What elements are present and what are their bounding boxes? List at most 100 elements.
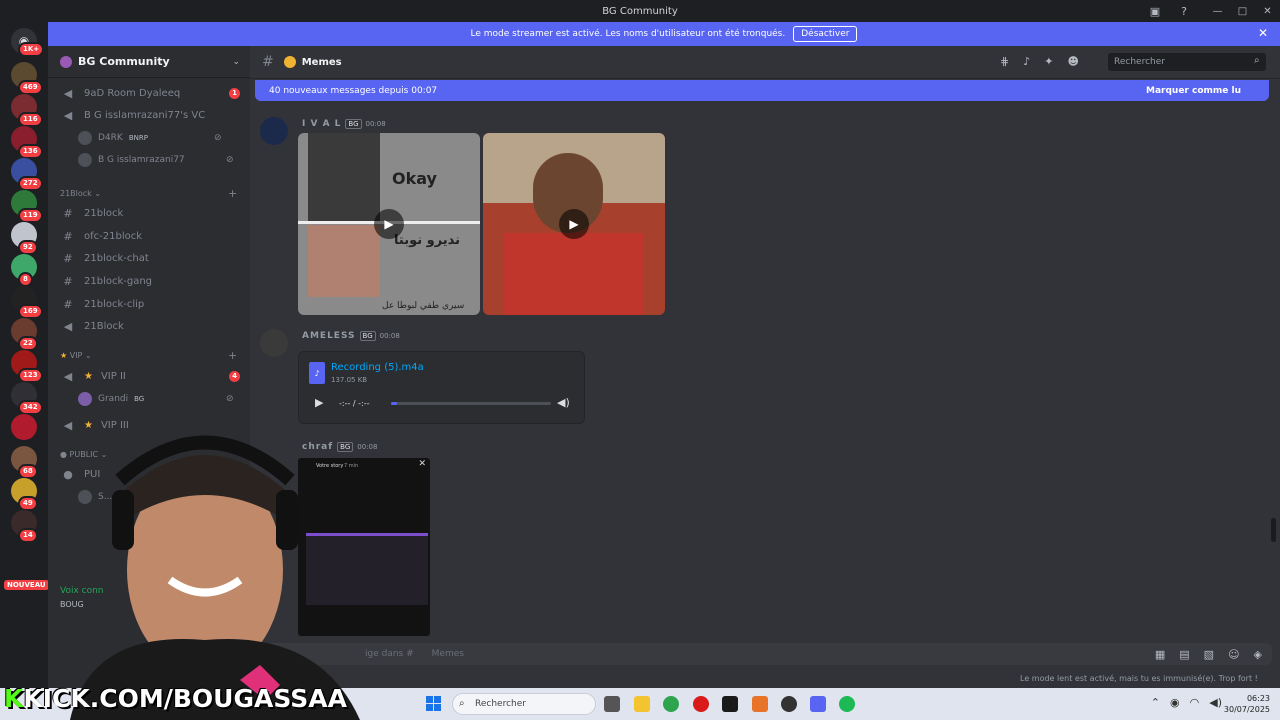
voice-user[interactable]: B G isslamrazani77 ⊘: [78, 151, 234, 169]
audio-progress[interactable]: [391, 402, 551, 405]
play-icon[interactable]: ▶: [374, 209, 404, 239]
file-explorer-icon[interactable]: [634, 696, 650, 712]
star-icon: ★: [84, 370, 93, 382]
bell-icon[interactable]: ♪: [1023, 55, 1030, 68]
voice-channel[interactable]: ◀ 9aD Room Dyaleeq 1: [56, 83, 244, 103]
voice-channel[interactable]: ◀ ★ VIP II 4: [56, 366, 244, 386]
wifi-icon[interactable]: ◠: [1190, 696, 1200, 709]
chevron-up-icon[interactable]: ⌃: [1151, 696, 1160, 709]
text-channel[interactable]: # 21block-chat: [56, 248, 244, 268]
minimize-button[interactable]: —: [1205, 0, 1230, 22]
channel-label: B G isslamrazani77's VC: [84, 109, 206, 121]
text-channel[interactable]: ● PUI: [56, 464, 244, 484]
add-channel-icon[interactable]: +: [228, 187, 237, 200]
username[interactable]: AMELESS: [302, 331, 356, 341]
voice-channel[interactable]: ◀ B G isslamrazani77's VC: [56, 105, 244, 125]
members-icon[interactable]: ☻: [1067, 55, 1078, 68]
text-channel[interactable]: # ofc-21block: [56, 226, 244, 246]
pin-icon[interactable]: ✦: [1044, 55, 1053, 68]
inbox-icon[interactable]: ▣: [1147, 3, 1163, 19]
search-input[interactable]: [1108, 53, 1266, 71]
voice-channel[interactable]: ◀ 21Block: [56, 316, 244, 336]
speaker-icon: ◀: [63, 418, 73, 432]
volume-icon[interactable]: ◀): [1209, 696, 1222, 709]
close-window-button[interactable]: ✕: [1255, 0, 1280, 22]
chat-icon: ●: [63, 467, 73, 481]
composer-placeholder: ige dans #: [365, 649, 414, 659]
message-area: 40 nouveaux messages depuis 00:07 Marque…: [250, 79, 1280, 688]
server-badge: 342: [18, 400, 43, 415]
slowmode-notice: Le mode lent est activé, mais tu es immu…: [1020, 674, 1258, 683]
username[interactable]: chraf: [302, 442, 333, 452]
category-21block[interactable]: 21Block ⌄ +: [60, 187, 237, 200]
apps-icon[interactable]: ◈: [1254, 648, 1262, 661]
opera-icon[interactable]: [693, 696, 709, 712]
avatar[interactable]: [260, 117, 288, 145]
windows-start-icon[interactable]: [426, 696, 441, 711]
spotify-icon[interactable]: [839, 696, 855, 712]
message-composer[interactable]: ige dans # Memes ▦ ▤ ▧ ☺ ◈: [265, 643, 1272, 665]
timestamp: 00:08: [379, 332, 400, 340]
header-tools: ⋕ ♪ ✦ ☻: [1000, 55, 1079, 68]
discord-app: BG Community ▣ ? — □ ✕ Le mode streamer …: [0, 0, 1280, 720]
server-badge: 68: [18, 464, 38, 479]
disable-streamer-button[interactable]: Désactiver: [793, 26, 858, 42]
gift-icon[interactable]: ▦: [1155, 648, 1165, 661]
message-header: chraf BG 00:08: [302, 442, 377, 452]
text-channel[interactable]: # 21block: [56, 203, 244, 223]
video-attachment[interactable]: Okay نديرو نوبتا سيري طفي لبوطا عل ▶: [298, 133, 480, 315]
close-banner-icon[interactable]: ✕: [1258, 26, 1268, 40]
category-label: PUBLIC: [69, 450, 99, 459]
help-icon[interactable]: ?: [1176, 3, 1192, 19]
sticker-icon[interactable]: ▧: [1204, 648, 1214, 661]
hash-icon: #: [63, 297, 73, 311]
play-icon[interactable]: ▶: [559, 209, 589, 239]
voice-user[interactable]: S...: [78, 488, 112, 506]
video-person: [503, 233, 643, 315]
chrome-icon[interactable]: [663, 696, 679, 712]
category-label: VIP: [69, 351, 83, 360]
user-name: S...: [98, 492, 113, 502]
file-name[interactable]: Recording (5).m4a: [331, 362, 424, 373]
text-channel[interactable]: # 21block-gang: [56, 271, 244, 291]
category-vip[interactable]: ★ VIP ⌄ +: [60, 349, 237, 362]
play-icon[interactable]: ▶: [315, 396, 323, 409]
emoji-icon[interactable]: ☺: [1228, 648, 1239, 661]
new-messages-bar[interactable]: 40 nouveaux messages depuis 00:07 Marque…: [255, 80, 1269, 101]
mic-icon[interactable]: ◉: [1170, 696, 1180, 709]
taskbar-search-input[interactable]: [452, 693, 596, 715]
terminal-icon[interactable]: [722, 696, 738, 712]
server-badge: 469: [18, 80, 43, 95]
discord-icon[interactable]: [810, 696, 826, 712]
scrollbar[interactable]: [1271, 518, 1276, 542]
video-attachment[interactable]: ▶: [483, 133, 665, 315]
voice-user[interactable]: Grandi BG ⊘: [78, 390, 234, 408]
add-channel-icon[interactable]: +: [228, 349, 237, 362]
gif-icon[interactable]: ▤: [1179, 648, 1189, 661]
app-icon[interactable]: [752, 696, 768, 712]
image-attachment[interactable]: Votre story 7 min ✕: [298, 458, 430, 636]
video-text: Okay: [392, 169, 437, 188]
task-view-icon[interactable]: [604, 696, 620, 712]
username[interactable]: I V A L: [302, 119, 341, 129]
text-channel[interactable]: # 21block-clip: [56, 294, 244, 314]
avatar[interactable]: [260, 329, 288, 357]
category-public[interactable]: ● PUBLIC ⌄: [60, 450, 107, 459]
voice-user[interactable]: D4RK BNRP ⊘: [78, 129, 222, 147]
server-icon[interactable]: [11, 414, 37, 440]
user-tag: BG: [134, 395, 145, 403]
guild-header[interactable]: BG Community ⌄: [48, 46, 250, 78]
unread-badge: 4: [229, 370, 240, 382]
voice-connected-panel: Voix conn BOUG: [48, 586, 250, 626]
avatar: [78, 153, 92, 167]
server-badge: 136: [18, 144, 43, 159]
kick-watermark: KKICK.COM/BOUGASSAA: [4, 684, 347, 713]
maximize-button[interactable]: □: [1230, 0, 1255, 22]
voice-channel[interactable]: ◀ ★ VIP III: [56, 415, 244, 435]
obs-icon[interactable]: [781, 696, 797, 712]
search-icon: ⌕: [1254, 55, 1260, 66]
threads-icon[interactable]: ⋕: [1000, 55, 1009, 68]
volume-icon[interactable]: ◀): [557, 396, 570, 409]
mark-read-button[interactable]: Marquer comme lu: [1146, 86, 1241, 96]
clock[interactable]: 06:23 30/07/2025: [1224, 693, 1270, 715]
